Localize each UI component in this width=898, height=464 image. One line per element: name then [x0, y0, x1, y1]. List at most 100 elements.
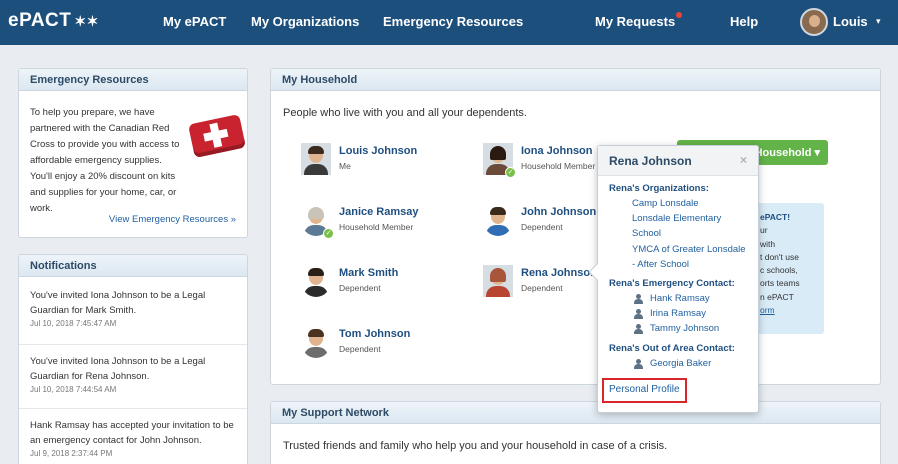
notification-text: You've invited Iona Johnson to be a Lega…: [30, 290, 206, 316]
photo-body: [304, 347, 328, 358]
person-icon: [634, 309, 643, 319]
notification-time: Jul 10, 2018 7:44:54 AM: [30, 385, 117, 394]
personal-profile-link[interactable]: Personal Profile: [602, 378, 687, 403]
person-icon-body: [634, 299, 643, 304]
emergency-contact-label: Rena's Emergency Contact:: [609, 278, 735, 289]
user-avatar[interactable]: [800, 8, 828, 36]
close-icon[interactable]: ×: [740, 153, 747, 167]
person-icon-body: [634, 364, 643, 369]
photo-body: [304, 286, 328, 297]
person-icon: [634, 294, 643, 304]
promo-line: c schools,: [760, 265, 798, 276]
nav-my-organizations[interactable]: My Organizations: [251, 14, 359, 29]
organization-link-camp-lonsdale[interactable]: Camp Lonsdale: [632, 196, 699, 211]
chevron-down-icon[interactable]: ▾: [876, 16, 881, 27]
promo-line: n ePACT: [760, 291, 794, 302]
organization-link-lonsdale-elementary-cont[interactable]: School: [632, 226, 661, 241]
nav-my-requests[interactable]: My Requests: [595, 12, 683, 29]
contact-name[interactable]: Tammy Johnson: [650, 323, 719, 334]
nav-my-epact[interactable]: My ePACT: [163, 14, 226, 29]
photo-hair: [308, 207, 324, 219]
member-role: Dependent: [521, 222, 563, 232]
panel-title: Emergency Resources: [19, 69, 247, 91]
panel-title: My Support Network: [271, 402, 880, 424]
emergency-contact-irina-ramsay[interactable]: Irina Ramsay: [634, 308, 706, 319]
popover-title: Rena Johnson: [609, 154, 692, 168]
nav-help[interactable]: Help: [730, 14, 758, 29]
view-emergency-resources-link[interactable]: View Emergency Resources »: [109, 214, 236, 225]
promo-line: t don't use: [760, 251, 799, 262]
member-photo: [301, 326, 331, 358]
member-photo: [483, 265, 513, 297]
contact-name[interactable]: Hank Ramsay: [650, 293, 710, 304]
user-name[interactable]: Louis: [833, 14, 868, 29]
contact-name[interactable]: Irina Ramsay: [650, 308, 706, 319]
member-name[interactable]: Louis Johnson: [339, 145, 417, 157]
member-role: Dependent: [339, 344, 381, 354]
member-details-popover: Rena Johnson × Rena's Organizations: Cam…: [588, 145, 759, 413]
verified-check-icon: ✓: [323, 228, 334, 239]
member-role: Dependent: [521, 283, 563, 293]
notification-time: Jul 9, 2018 2:37:44 PM: [30, 449, 113, 458]
notification-text: You've invited Iona Johnson to be a Lega…: [30, 356, 206, 382]
household-description: People who live with you and all your de…: [283, 107, 527, 119]
notification-item[interactable]: Hank Ramsay has accepted your invitation…: [19, 409, 247, 464]
member-role: Dependent: [339, 283, 381, 293]
household-member-janice-ramsay[interactable]: ✓ Janice Ramsay Household Member: [301, 204, 461, 239]
notification-item[interactable]: You've invited Iona Johnson to be a Lega…: [19, 279, 247, 345]
photo-hair: [490, 268, 506, 282]
support-network-description: Trusted friends and family who help you …: [283, 440, 668, 452]
notification-text: Hank Ramsay has accepted your invitation…: [30, 420, 234, 446]
panel-title: My Household: [271, 69, 880, 91]
nav-my-requests-label[interactable]: My Requests: [595, 14, 675, 29]
member-name[interactable]: Tom Johnson: [339, 328, 410, 340]
member-role: Household Member: [521, 161, 596, 171]
promo-line: ur: [760, 225, 768, 236]
member-name[interactable]: John Johnson: [521, 206, 596, 218]
first-aid-kit-case: [188, 113, 246, 159]
organization-link-lonsdale-elementary[interactable]: Lonsdale Elementary: [632, 211, 721, 226]
popover-header: Rena Johnson ×: [598, 146, 758, 176]
organization-link-ymca[interactable]: YMCA of Greater Lonsdale: [632, 242, 746, 257]
emergency-contact-hank-ramsay[interactable]: Hank Ramsay: [634, 293, 710, 304]
member-role: Household Member: [339, 222, 414, 232]
person-icon-body: [634, 329, 643, 334]
emergency-resources-panel: Emergency Resources To help you prepare,…: [18, 68, 248, 238]
person-icon: [634, 359, 643, 369]
photo-hair: [490, 207, 506, 215]
member-name[interactable]: Mark Smith: [339, 267, 398, 279]
out-of-area-contact-georgia-baker[interactable]: Georgia Baker: [634, 358, 711, 369]
promo-line: orts teams: [760, 278, 800, 289]
emergency-contact-tammy-johnson[interactable]: Tammy Johnson: [634, 323, 719, 334]
member-name[interactable]: Janice Ramsay: [339, 206, 419, 218]
notification-item[interactable]: You've invited Iona Johnson to be a Lega…: [19, 345, 247, 409]
household-member-tom-johnson[interactable]: Tom Johnson Dependent: [301, 326, 461, 360]
organizations-label: Rena's Organizations:: [609, 183, 709, 194]
notifications-panel: Notifications You've invited Iona Johnso…: [18, 254, 248, 464]
epact-logo[interactable]: ePACT ✶✶: [8, 10, 99, 32]
promo-link[interactable]: orm: [760, 304, 818, 317]
member-name[interactable]: Rena Johnson: [521, 267, 597, 279]
household-member-mark-smith[interactable]: Mark Smith Dependent: [301, 265, 461, 299]
stars-icon: ✶✶: [74, 13, 99, 29]
notification-time: Jul 10, 2018 7:45:47 AM: [30, 319, 117, 328]
first-aid-kit-icon: [187, 109, 246, 159]
nav-emergency-resources[interactable]: Emergency Resources: [383, 14, 523, 29]
member-photo: [301, 265, 331, 297]
contact-name[interactable]: Georgia Baker: [650, 358, 711, 369]
panel-title: Notifications: [19, 255, 247, 277]
member-role: Me: [339, 161, 351, 171]
top-navigation-bar: ePACT ✶✶ My ePACT My Organizations Emerge…: [0, 0, 898, 45]
logo-text[interactable]: ePACT: [8, 10, 71, 31]
person-icon: [634, 324, 643, 334]
household-member-louis-johnson[interactable]: Louis Johnson Me: [301, 143, 461, 177]
photo-body: [486, 225, 510, 236]
organization-link-ymca-cont[interactable]: - After School: [632, 257, 689, 272]
notification-dot-icon: [676, 12, 683, 18]
promo-line: with: [760, 238, 776, 249]
member-name[interactable]: Iona Johnson: [521, 145, 593, 157]
member-photo: [483, 204, 513, 236]
emergency-resources-text: To help you prepare, we have partnered w…: [30, 107, 180, 214]
person-icon-body: [634, 314, 643, 319]
promo-title: ePACT!: [760, 212, 791, 222]
